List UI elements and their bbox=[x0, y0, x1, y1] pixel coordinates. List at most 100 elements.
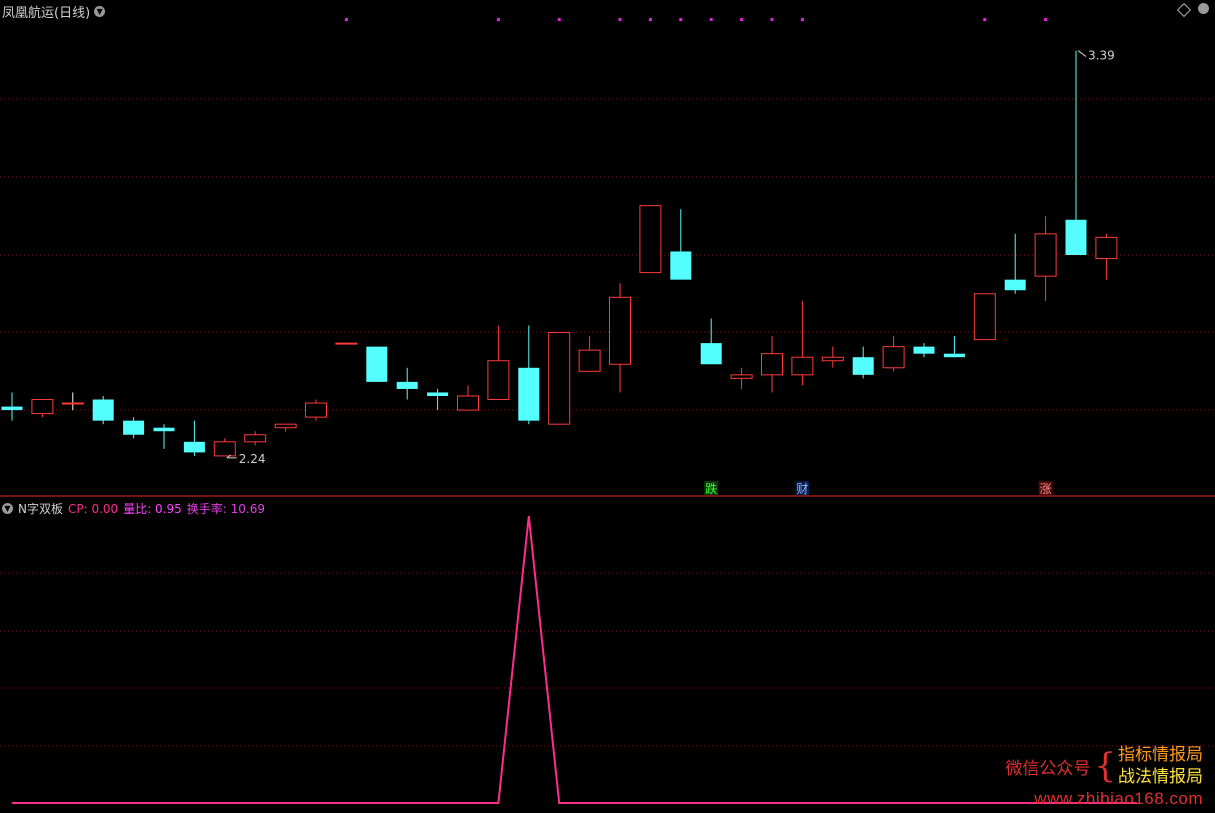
candle-body bbox=[973, 293, 996, 341]
signal-dot-5 bbox=[679, 18, 683, 21]
candle-body bbox=[791, 356, 814, 376]
signal-dot-0 bbox=[344, 18, 348, 21]
candle-12[interactable] bbox=[366, 346, 388, 382]
indicator-name[interactable]: N字双板 bbox=[18, 500, 63, 517]
candle-body bbox=[730, 374, 753, 379]
candle-30[interactable] bbox=[913, 343, 935, 358]
candle-28[interactable] bbox=[852, 346, 874, 379]
marker-cai[interactable]: 财 bbox=[796, 482, 808, 496]
candle-body bbox=[1095, 236, 1118, 260]
main-title-bar: 凤凰航运(日线) ▼ bbox=[2, 2, 106, 21]
candle-8[interactable] bbox=[244, 431, 267, 446]
watermark-left-text: 微信公众号 bbox=[1005, 758, 1091, 778]
candle-20[interactable] bbox=[609, 283, 631, 393]
candle-body bbox=[183, 441, 205, 453]
candle-body bbox=[943, 353, 965, 358]
signal-dot-10 bbox=[983, 18, 987, 21]
candle-4[interactable] bbox=[123, 417, 145, 439]
candle-18[interactable] bbox=[548, 332, 571, 425]
candle-14[interactable] bbox=[427, 388, 449, 411]
candle-body bbox=[335, 342, 358, 345]
candle-body bbox=[61, 402, 84, 405]
candle-0[interactable] bbox=[1, 392, 23, 421]
candle-body bbox=[1004, 279, 1026, 291]
marker-zhang[interactable]: 涨 bbox=[1040, 481, 1052, 496]
candle-29[interactable] bbox=[882, 336, 905, 372]
candle-body bbox=[761, 353, 783, 376]
candle-1[interactable] bbox=[31, 399, 54, 418]
candle-19[interactable] bbox=[578, 336, 601, 372]
main-chart-pane[interactable]: 3.39 2.24 跌 财 涨 凤凰航运(日线) ▼ bbox=[0, 0, 1215, 497]
candle-32[interactable] bbox=[973, 293, 996, 341]
signal-dot-9 bbox=[800, 18, 804, 21]
candle-24[interactable] bbox=[730, 367, 753, 389]
candle-36[interactable] bbox=[1095, 233, 1118, 280]
signal-dot-3 bbox=[618, 18, 622, 21]
candle-16[interactable] bbox=[487, 325, 510, 401]
candle-body bbox=[1, 406, 23, 411]
watermark-right-top: 指标情报局 bbox=[1118, 745, 1203, 764]
candle-11[interactable] bbox=[335, 342, 358, 345]
watermark-brace: { bbox=[1094, 746, 1116, 786]
settings-circle-icon[interactable] bbox=[1198, 3, 1209, 14]
candle-35[interactable] bbox=[1065, 50, 1087, 255]
candle-body bbox=[609, 296, 631, 365]
candle-31[interactable] bbox=[943, 336, 965, 358]
indicator-cp-value: CP: 0.00 bbox=[67, 501, 119, 516]
candle-body bbox=[548, 332, 571, 425]
candle-9[interactable] bbox=[274, 423, 297, 432]
indicator-pane[interactable]: ▼ N字双板 CP: 0.00 量比: 0.95 换手率: 10.69 微信公众… bbox=[0, 497, 1215, 813]
candle-5[interactable] bbox=[153, 424, 175, 449]
low-price-label: 2.24 bbox=[239, 452, 266, 466]
candle-25[interactable] bbox=[761, 336, 783, 393]
indicator-liangbi-value: 量比: 0.95 bbox=[123, 502, 182, 516]
marker-die[interactable]: 跌 bbox=[705, 481, 717, 496]
candle-body bbox=[913, 346, 935, 354]
signal-dot-4 bbox=[648, 18, 652, 21]
candle-body bbox=[639, 205, 662, 274]
candle-22[interactable] bbox=[670, 209, 692, 280]
candle-body bbox=[487, 360, 510, 401]
candle-body bbox=[92, 399, 114, 421]
candle-body bbox=[274, 423, 297, 429]
indicator-title-bar: ▼ N字双板 CP: 0.00 量比: 0.95 换手率: 10.69 bbox=[2, 500, 265, 517]
page-title: 凤凰航运(日线) bbox=[2, 6, 91, 21]
candle-body bbox=[1034, 233, 1057, 277]
candlestick-chart[interactable]: 3.39 2.24 跌 财 涨 bbox=[0, 0, 1215, 497]
candle-13[interactable] bbox=[396, 367, 418, 400]
chevron-down-icon[interactable]: ▼ bbox=[94, 6, 106, 17]
candle-23[interactable] bbox=[700, 318, 722, 365]
watermark: 微信公众号 { 指标情报局 战法情报局 www.zhibiao168.com bbox=[1005, 744, 1203, 809]
candle-body bbox=[244, 434, 267, 443]
candle-body bbox=[518, 367, 540, 421]
candle-2[interactable] bbox=[61, 392, 84, 411]
candle-10[interactable] bbox=[305, 399, 327, 421]
candle-body bbox=[153, 427, 175, 432]
signal-dot-2 bbox=[557, 18, 561, 21]
watermark-url: www.zhibiao168.com bbox=[1034, 789, 1203, 808]
candle-17[interactable] bbox=[518, 325, 540, 425]
chevron-down-icon[interactable]: ▼ bbox=[2, 503, 13, 514]
signal-dot-1 bbox=[496, 18, 500, 21]
candle-body bbox=[578, 349, 601, 372]
candle-body bbox=[700, 343, 722, 365]
candle-21[interactable] bbox=[639, 205, 662, 274]
candle-15[interactable] bbox=[457, 385, 479, 411]
indicator-huanshou-value: 换手率: 10.69 bbox=[186, 502, 265, 516]
candle-3[interactable] bbox=[92, 395, 114, 425]
high-price-label: 3.39 bbox=[1088, 49, 1115, 63]
candle-7[interactable] bbox=[213, 438, 236, 457]
candle-body bbox=[670, 251, 692, 280]
candle-27[interactable] bbox=[821, 346, 844, 368]
candle-body bbox=[852, 357, 874, 375]
candle-26[interactable] bbox=[791, 300, 814, 386]
candle-6[interactable] bbox=[183, 420, 205, 456]
candle-body bbox=[821, 356, 844, 362]
candle-body bbox=[882, 346, 905, 369]
indicator-line bbox=[12, 515, 1137, 804]
signal-dot-7 bbox=[740, 18, 744, 21]
candle-33[interactable] bbox=[1004, 233, 1026, 294]
candle-34[interactable] bbox=[1034, 216, 1057, 301]
candle-body bbox=[213, 441, 236, 457]
candle-body bbox=[457, 395, 479, 411]
